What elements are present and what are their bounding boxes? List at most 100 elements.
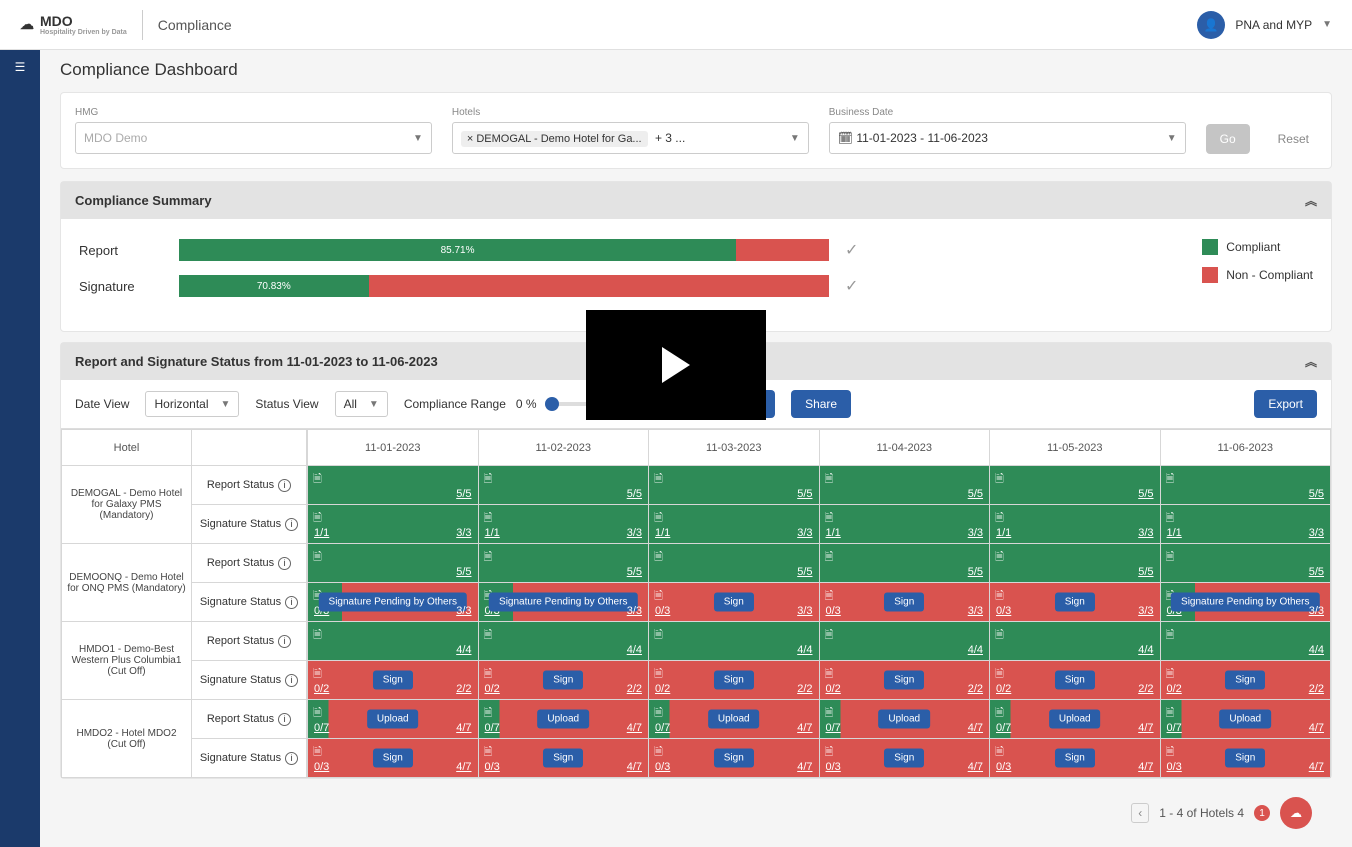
status-cell[interactable]: 🗎0/3Sign3/3 xyxy=(649,583,819,621)
status-cell[interactable]: 🗎0/3Signature Pending by Others3/3 xyxy=(479,583,649,621)
status-cell[interactable]: 🗎0/7Upload4/7 xyxy=(820,700,990,738)
cell-count[interactable]: 4/4 xyxy=(1309,644,1324,656)
status-cell[interactable]: 🗎4/4 xyxy=(1161,622,1331,660)
status-cell[interactable]: 🗎4/4 xyxy=(479,622,649,660)
cell-count[interactable]: 3/3 xyxy=(456,605,471,617)
cell-action-button[interactable]: Upload xyxy=(537,710,589,729)
status-cell[interactable]: 🗎4/4 xyxy=(308,622,478,660)
cell-count[interactable]: 4/4 xyxy=(456,644,471,656)
cell-count[interactable]: 4/7 xyxy=(456,722,471,734)
cell-count[interactable]: 4/7 xyxy=(1138,722,1153,734)
summary-bar[interactable]: 70.83% xyxy=(179,275,829,297)
user-menu[interactable]: 👤 PNA and MYP ▼ xyxy=(1197,11,1332,39)
breadcrumb[interactable]: Compliance xyxy=(158,17,232,33)
cell-count[interactable]: 5/5 xyxy=(627,566,642,578)
status-cell[interactable]: 🗎4/4 xyxy=(820,622,990,660)
logo[interactable]: ☁︎ MDO Hospitality Driven by Data xyxy=(20,13,127,36)
cell-action-button[interactable]: Sign xyxy=(543,749,583,768)
share-button[interactable]: Share xyxy=(791,390,851,418)
cell-count[interactable]: 2/2 xyxy=(1309,683,1324,695)
status-cell[interactable]: 🗎5/5 xyxy=(479,544,649,582)
cell-count[interactable]: 3/3 xyxy=(1138,527,1153,539)
cell-count[interactable]: 3/3 xyxy=(968,527,983,539)
cell-count[interactable]: 3/3 xyxy=(1309,527,1324,539)
status-cell[interactable]: 🗎1/13/3 xyxy=(308,505,478,543)
left-count[interactable]: 1/1 xyxy=(485,527,500,539)
video-play-overlay[interactable] xyxy=(586,310,766,420)
status-cell[interactable]: 🗎0/7Upload4/7 xyxy=(1161,700,1331,738)
left-count[interactable]: 0/3 xyxy=(996,761,1011,773)
status-cell[interactable]: 🗎5/5 xyxy=(649,544,819,582)
left-count[interactable]: 0/7 xyxy=(485,722,500,734)
left-count[interactable]: 0/2 xyxy=(826,683,841,695)
info-icon[interactable]: i xyxy=(278,479,291,492)
status-cell[interactable]: 🗎0/3Sign3/3 xyxy=(990,583,1160,621)
status-cell[interactable]: 🗎5/5 xyxy=(820,544,990,582)
cell-count[interactable]: 4/4 xyxy=(1138,644,1153,656)
left-count[interactable]: 1/1 xyxy=(996,527,1011,539)
cell-count[interactable]: 3/3 xyxy=(1138,605,1153,617)
cell-count[interactable]: 5/5 xyxy=(968,566,983,578)
cell-action-button[interactable]: Sign xyxy=(373,671,413,690)
status-cell[interactable]: 🗎0/3Signature Pending by Others3/3 xyxy=(1161,583,1331,621)
summary-bar[interactable]: 85.71% xyxy=(179,239,829,261)
cell-count[interactable]: 2/2 xyxy=(1138,683,1153,695)
status-cell[interactable]: 🗎0/2Sign2/2 xyxy=(820,661,990,699)
cell-count[interactable]: 3/3 xyxy=(627,527,642,539)
cell-action-button[interactable]: Sign xyxy=(1225,671,1265,690)
cell-count[interactable]: 2/2 xyxy=(627,683,642,695)
info-icon[interactable]: i xyxy=(285,518,298,531)
export-button[interactable]: Export xyxy=(1254,390,1317,418)
cell-action-button[interactable]: Sign xyxy=(373,749,413,768)
status-cell[interactable]: 🗎5/5 xyxy=(820,466,990,504)
cell-count[interactable]: 4/4 xyxy=(968,644,983,656)
cell-count[interactable]: 4/7 xyxy=(797,722,812,734)
cell-count[interactable]: 5/5 xyxy=(627,488,642,500)
status-cell[interactable]: 🗎5/5 xyxy=(479,466,649,504)
cell-count[interactable]: 5/5 xyxy=(1309,566,1324,578)
status-cell[interactable]: 🗎0/3Sign4/7 xyxy=(479,739,649,777)
cell-count[interactable]: 4/7 xyxy=(456,761,471,773)
info-icon[interactable]: i xyxy=(278,557,291,570)
cell-count[interactable]: 2/2 xyxy=(797,683,812,695)
left-count[interactable]: 1/1 xyxy=(826,527,841,539)
cell-count[interactable]: 3/3 xyxy=(797,605,812,617)
notif-badge[interactable]: 1 xyxy=(1254,805,1270,821)
status-cell[interactable]: 🗎0/3Signature Pending by Others3/3 xyxy=(308,583,478,621)
left-count[interactable]: 1/1 xyxy=(314,527,329,539)
status-cell[interactable]: 🗎1/13/3 xyxy=(1161,505,1331,543)
status-cell[interactable]: 🗎4/4 xyxy=(990,622,1160,660)
cell-count[interactable]: 5/5 xyxy=(456,488,471,500)
cell-count[interactable]: 4/7 xyxy=(627,761,642,773)
collapse-icon[interactable]: ︽ xyxy=(1305,192,1317,209)
status-cell[interactable]: 🗎1/13/3 xyxy=(990,505,1160,543)
cell-action-button[interactable]: Sign xyxy=(1225,749,1265,768)
cell-action-button[interactable]: Upload xyxy=(708,710,760,729)
status-cell[interactable]: 🗎5/5 xyxy=(990,544,1160,582)
info-icon[interactable]: i xyxy=(285,752,298,765)
statusview-select[interactable]: All▼ xyxy=(335,391,388,417)
left-count[interactable]: 0/7 xyxy=(1167,722,1182,734)
cell-action-button[interactable]: Sign xyxy=(543,671,583,690)
cell-count[interactable]: 5/5 xyxy=(1138,566,1153,578)
chat-icon[interactable]: ☁︎ xyxy=(1280,797,1312,829)
status-cell[interactable]: 🗎0/2Sign2/2 xyxy=(479,661,649,699)
cell-action-button[interactable]: Sign xyxy=(714,671,754,690)
collapse-icon[interactable]: ︽ xyxy=(1305,353,1317,370)
status-cell[interactable]: 🗎0/2Sign2/2 xyxy=(990,661,1160,699)
left-count[interactable]: 1/1 xyxy=(655,527,670,539)
cell-count[interactable]: 5/5 xyxy=(1309,488,1324,500)
pager-prev[interactable]: ‹ xyxy=(1131,803,1149,823)
status-cell[interactable]: 🗎0/3Sign4/7 xyxy=(990,739,1160,777)
status-cell[interactable]: 🗎0/2Sign2/2 xyxy=(308,661,478,699)
left-count[interactable]: 1/1 xyxy=(1167,527,1182,539)
status-cell[interactable]: 🗎4/4 xyxy=(649,622,819,660)
status-cell[interactable]: 🗎1/13/3 xyxy=(820,505,990,543)
status-cell[interactable]: 🗎0/3Sign3/3 xyxy=(820,583,990,621)
status-cell[interactable]: 🗎5/5 xyxy=(1161,466,1331,504)
cell-action-button[interactable]: Sign xyxy=(884,749,924,768)
status-cell[interactable]: 🗎5/5 xyxy=(990,466,1160,504)
cell-count[interactable]: 5/5 xyxy=(797,566,812,578)
status-cell[interactable]: 🗎0/7Upload4/7 xyxy=(649,700,819,738)
status-cell[interactable]: 🗎5/5 xyxy=(308,544,478,582)
